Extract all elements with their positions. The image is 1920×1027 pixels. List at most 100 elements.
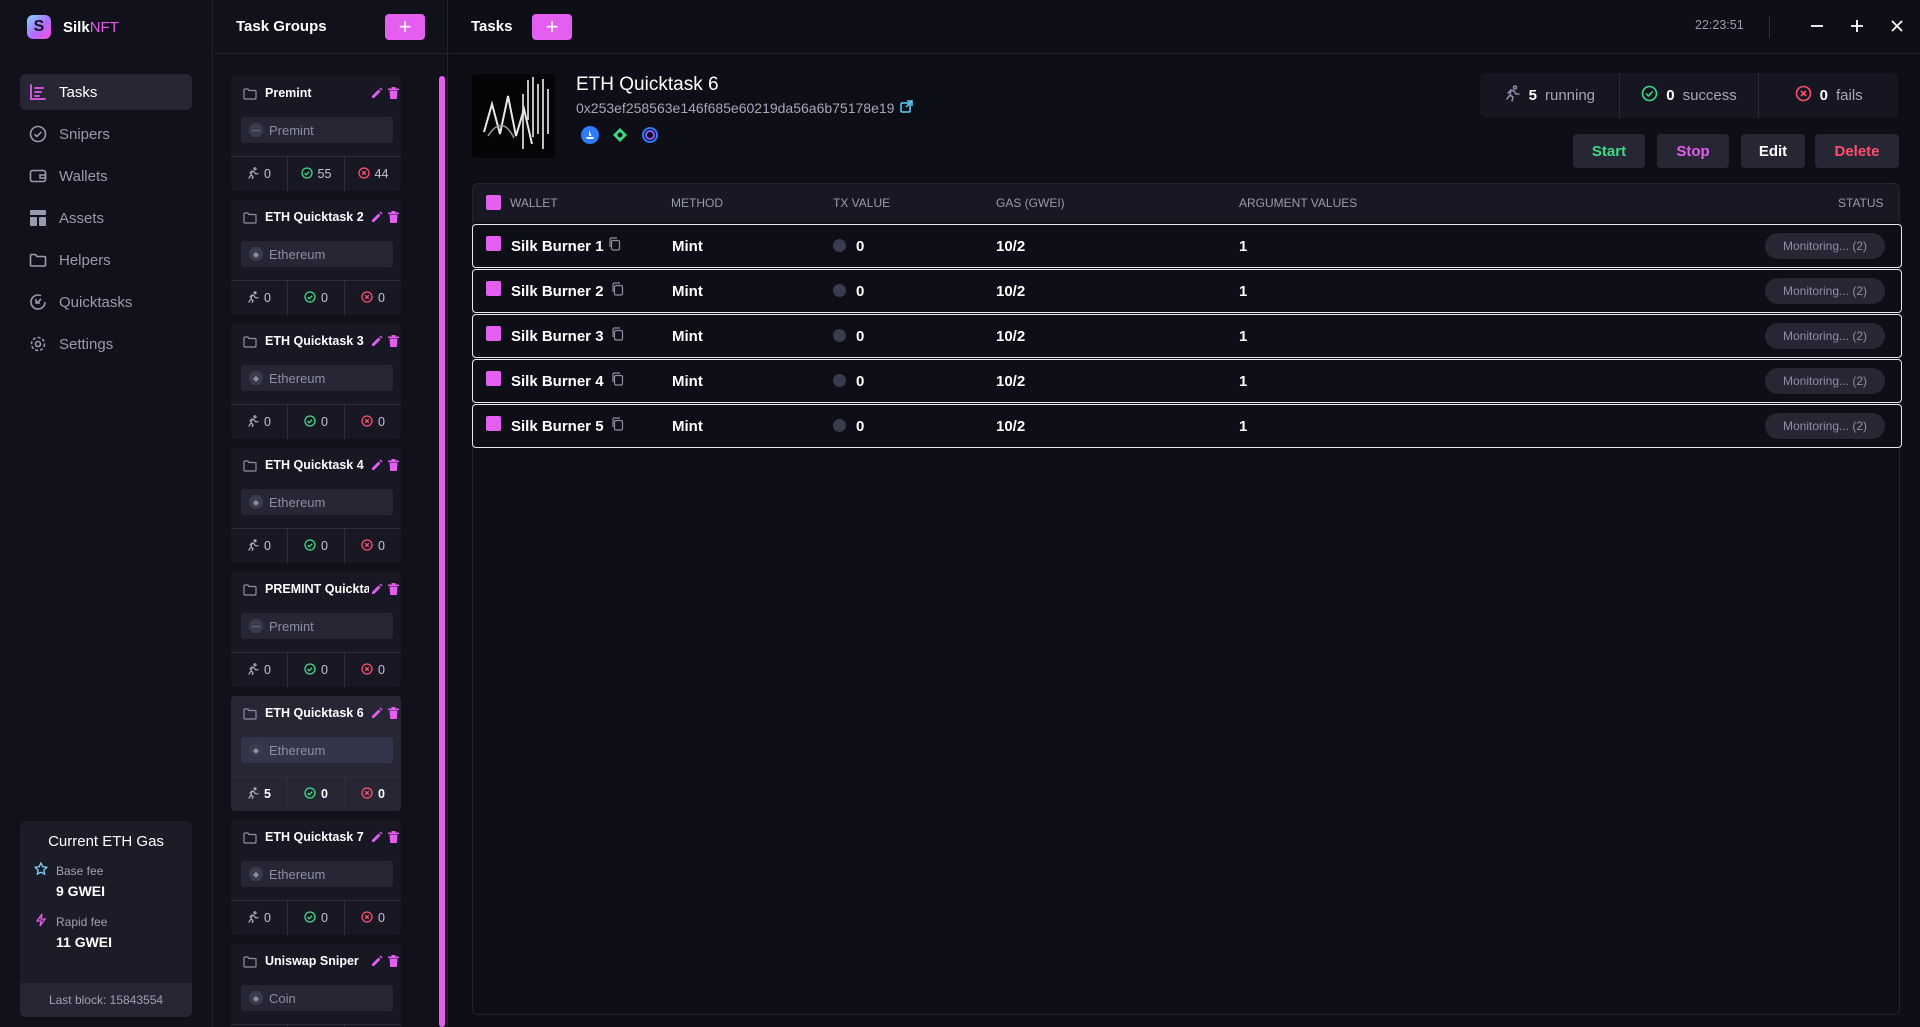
nav-item-wallets[interactable]: Wallets [20, 158, 192, 194]
row-checkbox[interactable] [486, 326, 501, 341]
tx-value-text: 0 [856, 373, 865, 390]
maximize-icon[interactable] [1845, 14, 1869, 38]
folder-icon [243, 335, 257, 353]
edit-icon[interactable] [371, 334, 383, 352]
task-group-card[interactable]: ETH Quicktask 4 ◆ Ethereum 0 0 0 [231, 448, 401, 563]
nav-item-quicktasks[interactable]: Quicktasks [20, 284, 192, 320]
running-count: 0 [264, 911, 271, 925]
collection-image [472, 74, 555, 158]
row-checkbox[interactable] [486, 371, 501, 386]
table-row[interactable]: Silk Burner 2 Mint 0 10/2 1 Monitoring..… [472, 269, 1902, 313]
group-name: PREMINT Quicktask [265, 582, 369, 596]
task-stats: 5 running 0 success 0 fails [1480, 73, 1898, 118]
success-count: 0 [321, 539, 328, 553]
table-row[interactable]: Silk Burner 5 Mint 0 10/2 1 Monitoring..… [472, 404, 1902, 448]
close-icon[interactable] [1885, 14, 1909, 38]
nav-item-label: Helpers [59, 251, 111, 269]
task-group-card[interactable]: PREMINT Quicktask — Premint 0 0 0 [231, 572, 401, 687]
copy-icon[interactable] [608, 237, 621, 255]
task-group-card[interactable]: ETH Quicktask 6 ◆ Ethereum 5 0 0 [231, 696, 401, 811]
edit-icon[interactable] [371, 954, 383, 972]
tx-value-text: 0 [856, 328, 865, 345]
copy-icon[interactable] [611, 327, 624, 345]
group-fails: 0 [344, 777, 401, 811]
etherscan-icon[interactable] [641, 126, 659, 144]
table-row[interactable]: Silk Burner 4 Mint 0 10/2 1 Monitoring..… [472, 359, 1902, 403]
nav-item-helpers[interactable]: Helpers [20, 242, 192, 278]
fails-count: 0 [378, 787, 385, 801]
fail-icon [361, 290, 373, 306]
fail-icon [361, 662, 373, 678]
status-badge: Monitoring... (2) [1765, 233, 1885, 259]
group-name: ETH Quicktask 6 [265, 706, 364, 720]
ethereum-icon: ◆ [249, 495, 263, 509]
table-row[interactable]: Silk Burner 3 Mint 0 10/2 1 Monitoring..… [472, 314, 1902, 358]
edit-icon[interactable] [371, 706, 383, 724]
edit-icon[interactable] [371, 458, 383, 476]
task-group-card[interactable]: Premint — Premint 0 55 44 [231, 76, 401, 191]
eye-icon[interactable] [611, 126, 629, 144]
edit-icon[interactable] [371, 86, 383, 104]
trash-icon[interactable] [388, 830, 399, 848]
task-group-card[interactable]: ETH Quicktask 3 ◆ Ethereum 0 0 0 [231, 324, 401, 439]
copy-icon[interactable] [611, 372, 624, 390]
trash-icon[interactable] [388, 954, 399, 972]
groups-scrollbar[interactable] [439, 76, 445, 1027]
running-count: 5 [264, 787, 271, 801]
group-name: Premint [265, 86, 312, 100]
success-count: 55 [317, 167, 332, 181]
nav-item-tasks[interactable]: Tasks [20, 74, 192, 110]
task-group-card[interactable]: ETH Quicktask 7 ◆ Ethereum 0 0 0 [231, 820, 401, 935]
chain-label: Premint [269, 122, 314, 138]
select-all-checkbox[interactable] [486, 195, 501, 210]
minimize-icon[interactable] [1805, 14, 1829, 38]
add-task-button[interactable]: + [532, 14, 572, 40]
group-running: 0 [231, 281, 287, 315]
table-row[interactable]: Silk Burner 1 Mint 0 10/2 1 Monitoring..… [472, 224, 1902, 268]
row-checkbox[interactable] [486, 281, 501, 296]
row-checkbox[interactable] [486, 236, 501, 251]
row-checkbox[interactable] [486, 416, 501, 431]
start-button[interactable]: Start [1573, 134, 1645, 168]
nav-item-assets[interactable]: Assets [20, 200, 192, 236]
trash-icon[interactable] [388, 582, 399, 600]
nav-item-snipers[interactable]: Snipers [20, 116, 192, 152]
task-groups-title: Task Groups [236, 18, 327, 35]
group-stats: 0 0 0 [231, 528, 401, 563]
nav-item-settings[interactable]: Settings [20, 326, 192, 362]
copy-icon[interactable] [611, 417, 624, 435]
edit-button[interactable]: Edit [1741, 134, 1805, 168]
group-list: Premint — Premint 0 55 44 ETH Quicktask … [231, 76, 401, 1027]
eth-gas-card: Current ETH Gas Base fee 9 GWEI Rapid fe… [20, 821, 192, 1017]
group-success: 0 [287, 901, 344, 935]
ethereum-icon [833, 328, 846, 342]
task-group-card[interactable]: Uniswap Sniper ◆ Coin 0 0 0 [231, 944, 401, 1027]
folder-icon [243, 459, 257, 477]
chain-label: Premint [269, 618, 314, 634]
task-group-card[interactable]: ETH Quicktask 2 ◆ Ethereum 0 0 0 [231, 200, 401, 315]
trash-icon[interactable] [388, 706, 399, 724]
chain-label: Coin [269, 990, 296, 1006]
group-running: 0 [231, 405, 287, 439]
add-group-button[interactable]: + [385, 14, 425, 40]
success-icon [1641, 85, 1658, 106]
folder-icon [243, 87, 257, 105]
running-icon [247, 166, 259, 182]
trash-icon[interactable] [388, 334, 399, 352]
external-link-icon[interactable] [900, 100, 914, 116]
edit-icon[interactable] [371, 210, 383, 228]
silk-logo-icon: S [27, 15, 51, 39]
fail-icon [1795, 85, 1812, 106]
fails-count: 0 [378, 539, 385, 553]
trash-icon[interactable] [388, 210, 399, 228]
edit-icon[interactable] [371, 582, 383, 600]
status-badge: Monitoring... (2) [1765, 278, 1885, 304]
stop-button[interactable]: Stop [1657, 134, 1729, 168]
delete-button[interactable]: Delete [1815, 134, 1899, 168]
copy-icon[interactable] [611, 282, 624, 300]
trash-icon[interactable] [388, 458, 399, 476]
edit-icon[interactable] [371, 830, 383, 848]
opensea-icon[interactable] [581, 126, 599, 144]
base-fee-label: Base fee [56, 863, 104, 878]
trash-icon[interactable] [388, 86, 399, 104]
